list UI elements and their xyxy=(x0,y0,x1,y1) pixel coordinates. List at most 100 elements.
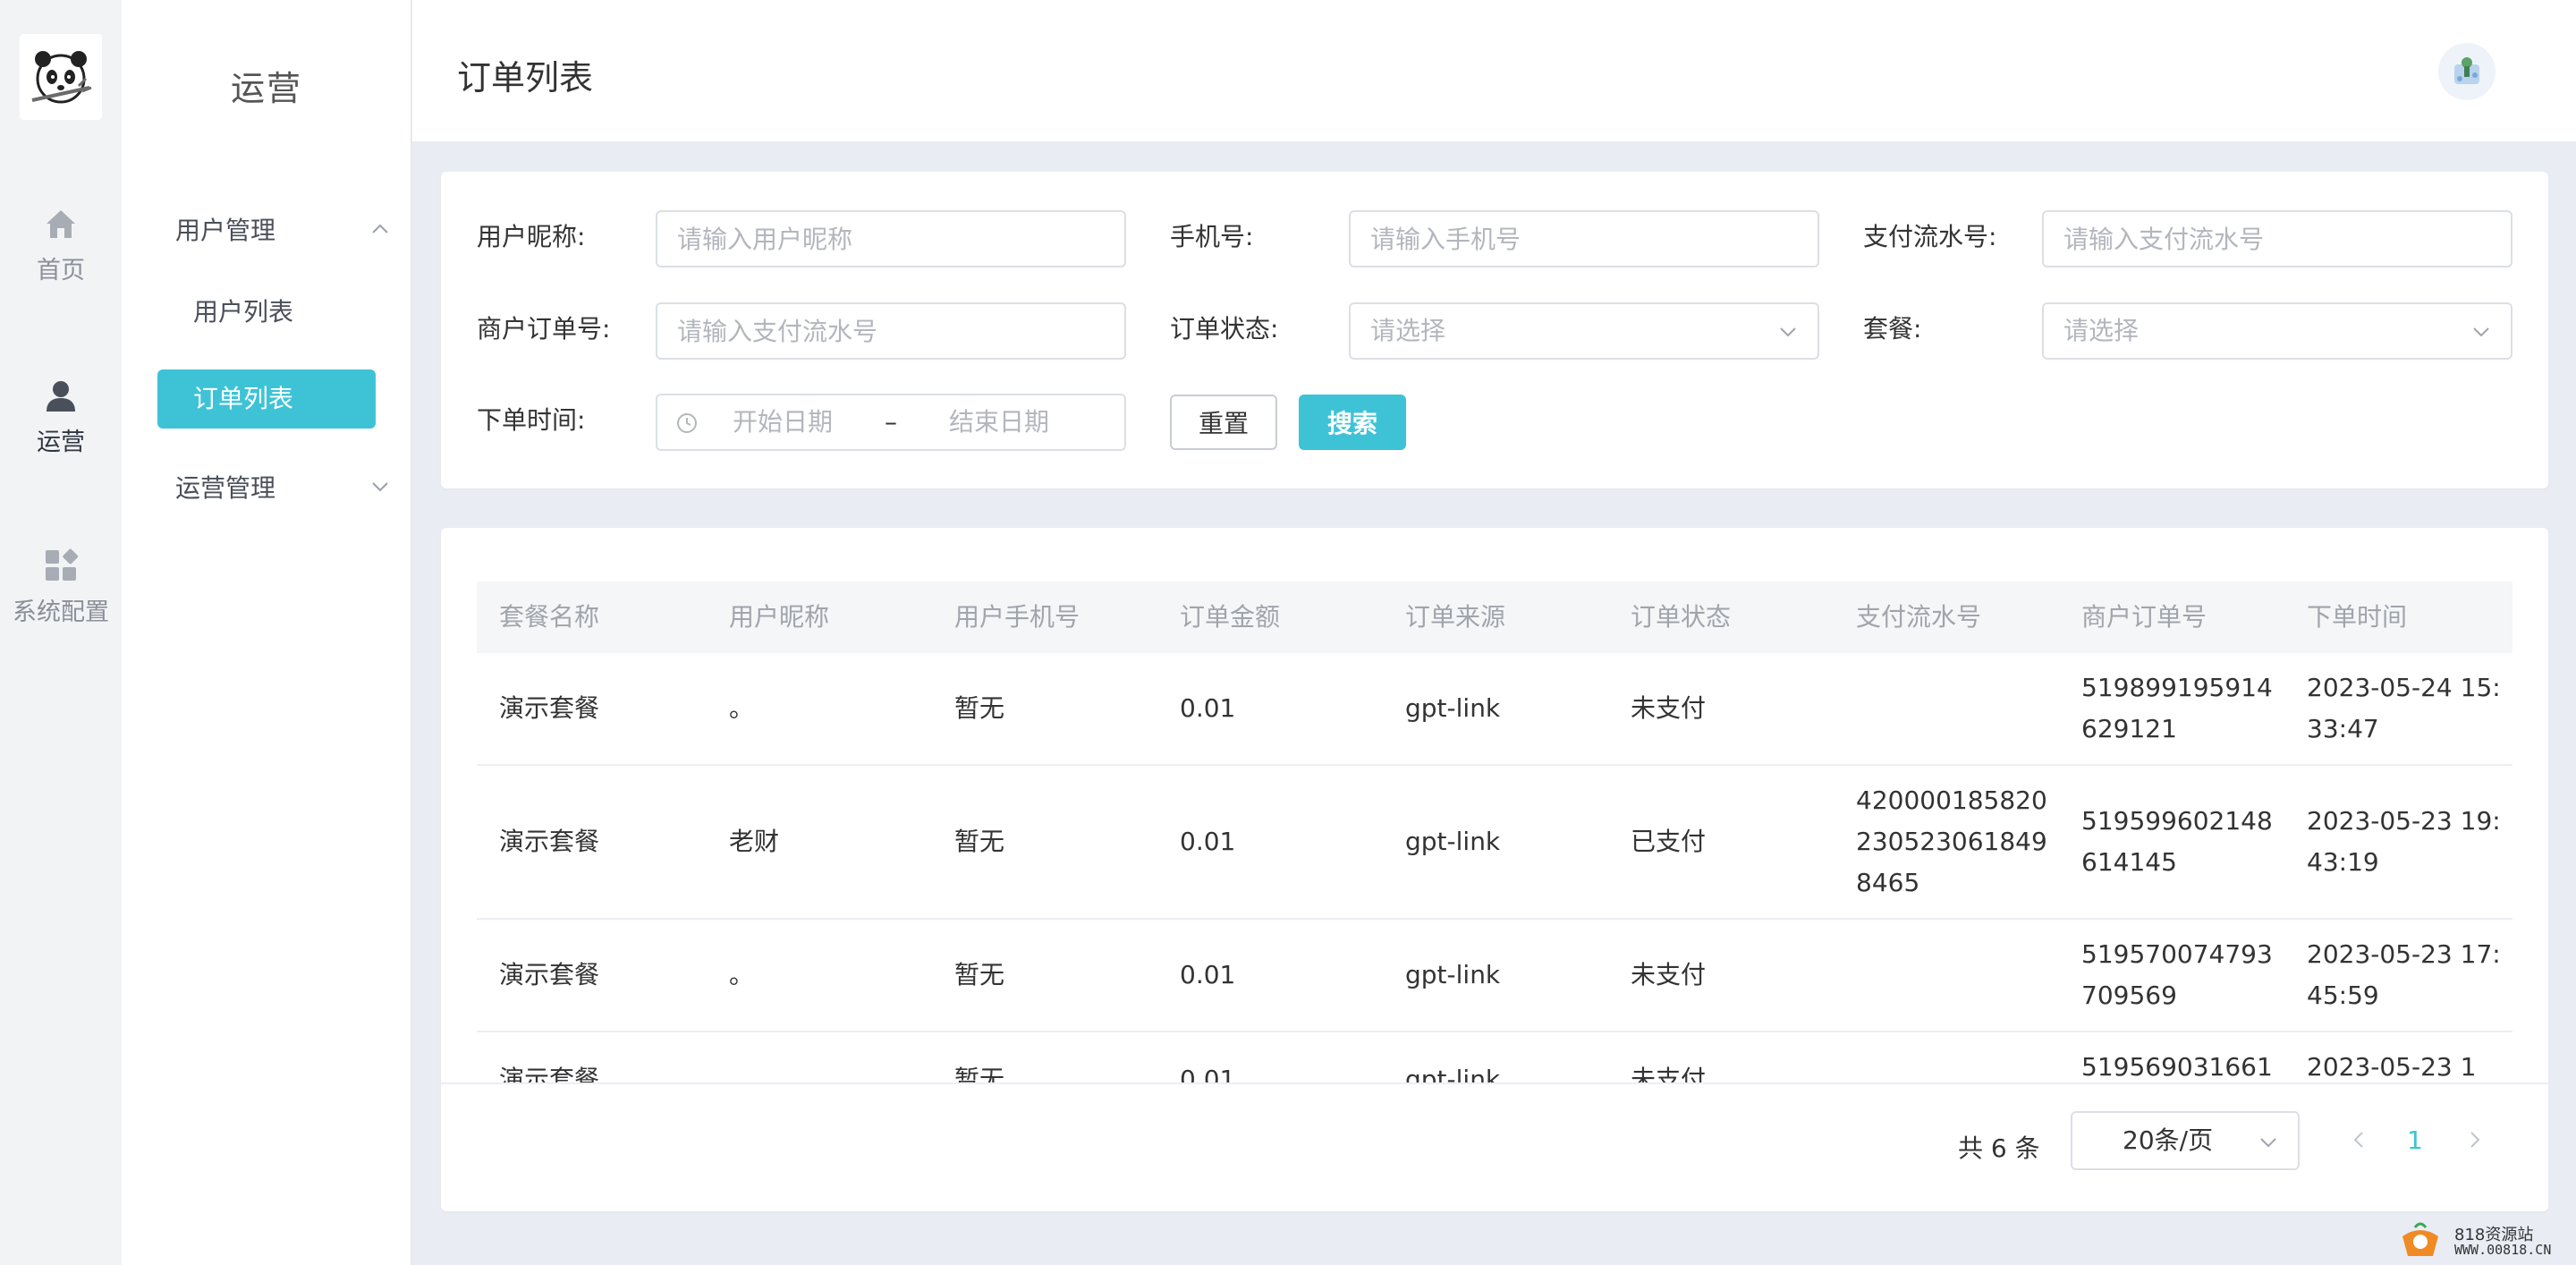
order-time-range[interactable]: 开始日期 – 结束日期 xyxy=(656,394,1126,451)
left-rail: 首页 运营 系统配置 xyxy=(0,0,122,1265)
search-button[interactable]: 搜索 xyxy=(1299,395,1406,450)
pagination: 共 6 条 20条/页 1 xyxy=(441,1082,2548,1211)
order-time-label: 下单时间: xyxy=(477,405,586,435)
cell-serial: 4200001858202305230618498465 xyxy=(1856,785,2047,897)
menu-item-user-list[interactable]: 用户列表 xyxy=(157,283,411,342)
cell-phone: 暂无 xyxy=(954,693,1005,723)
column-header: 商户订单号 xyxy=(2081,602,2207,632)
phone-label: 手机号: xyxy=(1170,222,1254,251)
cell-amount: 0.01 xyxy=(1180,960,1236,989)
cell-package: 演示套餐 xyxy=(499,1065,600,1082)
cell-amount: 0.01 xyxy=(1180,693,1236,723)
end-date-input[interactable]: 结束日期 xyxy=(949,395,1049,449)
rail-item-operations[interactable]: 运营 xyxy=(0,378,122,457)
rail-item-home[interactable]: 首页 xyxy=(0,206,122,285)
cell-status: 未支付 xyxy=(1631,960,1707,989)
user-icon xyxy=(47,381,75,412)
table-row[interactable]: 演示套餐 暂无 0.01 gpt-link 未支付 5195690316619 … xyxy=(477,1032,2512,1082)
table-row[interactable]: 演示套餐 。 暂无 0.01 gpt-link 未支付 519899195914… xyxy=(477,653,2512,766)
date-range-separator: – xyxy=(885,407,897,437)
cell-source: gpt-link xyxy=(1405,960,1501,989)
package-label: 套餐: xyxy=(1863,314,1922,344)
column-header: 下单时间 xyxy=(2307,602,2408,632)
avatar-icon xyxy=(2454,57,2479,84)
package-placeholder: 请选择 xyxy=(2063,316,2140,345)
cell-phone: 暂无 xyxy=(954,827,1005,856)
pay-serial-label: 支付流水号: xyxy=(1863,222,1997,251)
cell-serial xyxy=(1856,653,2062,764)
merchant-order-input[interactable] xyxy=(656,302,1126,360)
watermark-line2: WWW.00818.CN xyxy=(2454,1242,2552,1258)
menu-group-label: 用户管理 xyxy=(175,216,276,245)
cell-phone: 暂无 xyxy=(954,1065,1005,1082)
rail-item-label: 运营 xyxy=(37,429,85,456)
table-row[interactable]: 演示套餐 。 暂无 0.01 gpt-link 未支付 519570074793… xyxy=(477,920,2512,1032)
watermark-logo-icon xyxy=(2402,1222,2438,1256)
chevron-down-icon xyxy=(372,482,388,492)
avatar[interactable] xyxy=(2438,43,2496,100)
column-header: 用户手机号 xyxy=(954,602,1080,632)
prev-page-icon[interactable] xyxy=(2346,1127,2371,1152)
cell-time: 2023-05-24 15:33:47 xyxy=(2307,673,2501,743)
pay-serial-input[interactable] xyxy=(2042,210,2512,267)
menu-item-label: 订单列表 xyxy=(193,384,294,413)
cell-nickname: 。 xyxy=(729,960,755,989)
page-size-select[interactable]: 20条/页 xyxy=(2071,1111,2300,1170)
cell-merchant-no: 519570074793709569 xyxy=(2081,939,2273,1010)
column-header: 订单来源 xyxy=(1405,602,1506,632)
cell-source: gpt-link xyxy=(1405,693,1501,723)
nickname-label: 用户昵称: xyxy=(477,222,586,251)
column-header: 套餐名称 xyxy=(499,602,600,632)
rail-item-system-config[interactable]: 系统配置 xyxy=(0,548,122,627)
table-header: 套餐名称 用户昵称 用户手机号 订单金额 订单来源 订单状态 支付流水号 商户订… xyxy=(477,582,2512,653)
cell-merchant-no: 519899195914629121 xyxy=(2081,673,2273,743)
table-row[interactable]: 演示套餐 老财 暂无 0.01 gpt-link 已支付 42000018582… xyxy=(477,766,2512,920)
menu-item-order-list[interactable]: 订单列表 xyxy=(157,369,376,429)
cell-merchant-no: 5195690316619 xyxy=(2081,1052,2273,1082)
page-header: 订单列表 xyxy=(412,0,2576,141)
menu-item-label: 用户列表 xyxy=(193,297,294,327)
chevron-down-icon xyxy=(2260,1138,2276,1148)
clock-icon xyxy=(677,413,697,433)
column-header: 订单金额 xyxy=(1180,602,1281,632)
chevron-up-icon xyxy=(372,224,388,233)
apps-icon xyxy=(46,548,79,581)
merchant-order-label: 商户订单号: xyxy=(477,314,611,344)
reset-button[interactable]: 重置 xyxy=(1170,395,1277,450)
panda-logo[interactable] xyxy=(20,34,102,120)
cell-amount: 0.01 xyxy=(1180,827,1236,856)
phone-input[interactable] xyxy=(1349,210,1819,267)
order-status-label: 订单状态: xyxy=(1170,314,1279,344)
cell-package: 演示套餐 xyxy=(499,693,600,723)
cell-time: 2023-05-23 19:43:19 xyxy=(2307,806,2501,877)
search-button-label: 搜索 xyxy=(1326,409,1377,438)
panda-logo-icon xyxy=(31,51,92,104)
cell-package: 演示套餐 xyxy=(499,960,600,989)
nickname-input[interactable] xyxy=(656,210,1126,267)
page-number-current[interactable]: 1 xyxy=(2407,1125,2423,1155)
package-select[interactable]: 请选择 xyxy=(2042,302,2512,360)
cell-merchant-no: 519599602148614145 xyxy=(2081,806,2273,877)
next-page-icon[interactable] xyxy=(2462,1127,2487,1152)
chevron-down-icon xyxy=(1780,327,1796,337)
cell-time: 2023-05-23 1 xyxy=(2307,1052,2477,1082)
table-body: 演示套餐 。 暂无 0.01 gpt-link 未支付 519899195914… xyxy=(477,653,2512,1082)
filter-panel: 用户昵称: 手机号: 支付流水号: 商户订单号: 订单状态: 请选择 套餐: 请… xyxy=(441,172,2548,488)
order-status-select[interactable]: 请选择 xyxy=(1349,302,1819,360)
start-date-input[interactable]: 开始日期 xyxy=(733,395,833,449)
pagination-total: 共 6 条 xyxy=(1958,1133,2040,1163)
cell-package: 演示套餐 xyxy=(499,827,600,856)
menu-group-user-management[interactable]: 用户管理 xyxy=(175,211,390,247)
submenu-title: 运营 xyxy=(230,69,302,108)
cell-serial xyxy=(1856,920,2062,1031)
chevron-down-icon xyxy=(2473,327,2489,337)
cell-source: gpt-link xyxy=(1405,827,1501,856)
cell-status: 已支付 xyxy=(1631,827,1707,856)
cell-time: 2023-05-23 17:45:59 xyxy=(2307,939,2501,1010)
menu-group-operations-management[interactable]: 运营管理 xyxy=(175,469,390,505)
cell-amount: 0.01 xyxy=(1180,1065,1236,1082)
rail-item-label: 系统配置 xyxy=(13,599,109,626)
cell-nickname: 老财 xyxy=(729,827,780,856)
page-size-value: 20条/页 xyxy=(2123,1125,2214,1155)
reset-button-label: 重置 xyxy=(1198,409,1249,438)
